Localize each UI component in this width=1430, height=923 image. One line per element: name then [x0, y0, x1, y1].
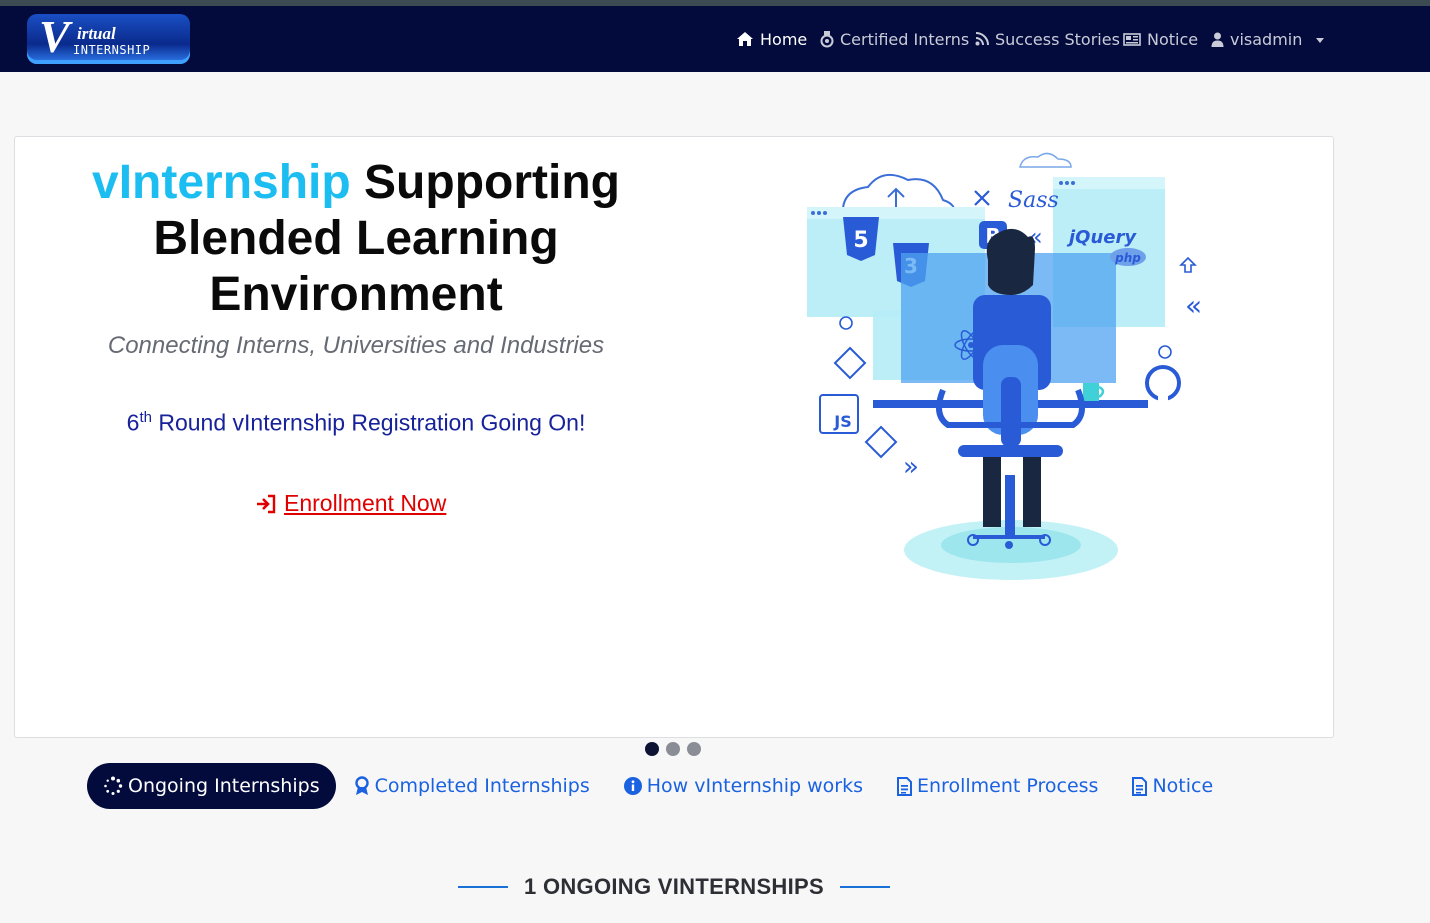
tab-enrollment-process[interactable]: Enrollment Process	[897, 763, 1098, 809]
nav-certified-label: Certified Interns	[840, 29, 970, 49]
enrollment-now-label: Enrollment Now	[284, 490, 447, 516]
coffee-mug-icon	[1083, 383, 1105, 401]
rss-icon	[975, 32, 989, 46]
logo-virtual: irtual	[77, 24, 116, 43]
html5-icon: 5	[843, 217, 879, 261]
award-icon	[354, 776, 369, 795]
hero-title: vInternship Supporting Blended Learning …	[45, 155, 667, 323]
brand-logo[interactable]: V irtual INTERNSHIP	[27, 11, 190, 64]
nav-user-menu[interactable]: visadmin	[1211, 6, 1325, 72]
newspaper-icon	[1123, 32, 1141, 46]
nav-success-label: Success Stories	[995, 29, 1120, 49]
svg-text:php: php	[1114, 251, 1141, 265]
tab-completed-label: Completed Internships	[374, 775, 590, 797]
logo-internship: INTERNSHIP	[73, 43, 151, 57]
nav-home-label: Home	[760, 29, 808, 49]
svg-text:5: 5	[853, 228, 868, 253]
heading-divider-right	[839, 886, 890, 888]
carousel-dot[interactable]	[645, 742, 659, 756]
tab-completed-internships[interactable]: Completed Internships	[354, 763, 590, 809]
tab-notice-label: Notice	[1152, 775, 1214, 797]
tab-ongoing-label: Ongoing Internships	[128, 775, 320, 797]
hero-carousel-slide: vInternship Supporting Blended Learning …	[14, 136, 1334, 738]
chevron-down-icon	[1316, 37, 1325, 43]
jquery-icon: jQuery	[1066, 227, 1137, 248]
round-text: Round vInternship Registration Going On!	[151, 409, 586, 436]
diamond-icon	[833, 346, 867, 380]
double-chevron-right-icon: »	[903, 452, 919, 482]
nav-success-stories[interactable]: Success Stories	[975, 6, 1120, 72]
close-icon	[974, 190, 990, 206]
spinner-icon	[104, 776, 123, 795]
ongoing-section-title: 1 ONGOING VINTERNSHIPS	[524, 874, 824, 899]
nav-certified-interns[interactable]: Certified Interns	[820, 6, 969, 72]
document-icon	[1132, 776, 1148, 796]
carousel-dot[interactable]	[687, 742, 701, 756]
heading-divider-left	[458, 886, 508, 888]
cloud-icon	[1019, 152, 1072, 168]
logo-v: V	[39, 11, 70, 62]
tab-how-label: How vInternship works	[646, 775, 863, 797]
diamond-icon-2	[864, 425, 898, 459]
developer-illustration: 5 3 Sass B « jQuery php « JS »	[807, 152, 1202, 580]
ongoing-section-heading: 1 ONGOING VINTERNSHIPS	[448, 872, 900, 902]
arrow-up-outline-icon	[1179, 256, 1197, 273]
carousel-dot[interactable]	[666, 742, 680, 756]
round-number: 6	[126, 409, 140, 436]
tab-ongoing-internships[interactable]: Ongoing Internships	[87, 763, 336, 809]
registration-announcement: 6th Round vInternship Registration Going…	[45, 409, 667, 437]
sign-in-icon	[257, 494, 276, 513]
sass-icon: Sass	[1008, 188, 1059, 213]
document-icon	[897, 776, 912, 796]
double-chevron-left-icon-2: «	[1185, 289, 1202, 322]
nav-home[interactable]: Home	[736, 6, 807, 72]
tab-enrollment-label: Enrollment Process	[917, 775, 1099, 797]
info-circle-icon	[623, 777, 642, 795]
home-icon	[737, 32, 753, 46]
nav-user-label: visadmin	[1230, 29, 1303, 49]
nav-notice[interactable]: Notice	[1123, 6, 1198, 72]
javascript-icon: JS	[819, 394, 859, 434]
php-icon: php	[1110, 248, 1146, 266]
internship-tabs: Ongoing Internships Completed Internship…	[87, 763, 1213, 809]
enrollment-now-link[interactable]: Enrollment Now	[256, 490, 446, 517]
user-icon	[1211, 32, 1224, 47]
tab-how-vinternship-works[interactable]: How vInternship works	[623, 763, 863, 809]
tab-notice[interactable]: Notice	[1132, 763, 1213, 809]
hero-subtitle: Connecting Interns, Universities and Ind…	[107, 332, 605, 359]
svg-text:JS: JS	[833, 412, 851, 431]
round-suffix: th	[139, 409, 152, 426]
hero-title-accent: vInternship	[92, 156, 351, 209]
carousel-indicators	[645, 742, 701, 756]
github-icon	[1145, 365, 1181, 401]
medal-icon	[820, 30, 834, 47]
nav-notice-label: Notice	[1147, 29, 1199, 49]
